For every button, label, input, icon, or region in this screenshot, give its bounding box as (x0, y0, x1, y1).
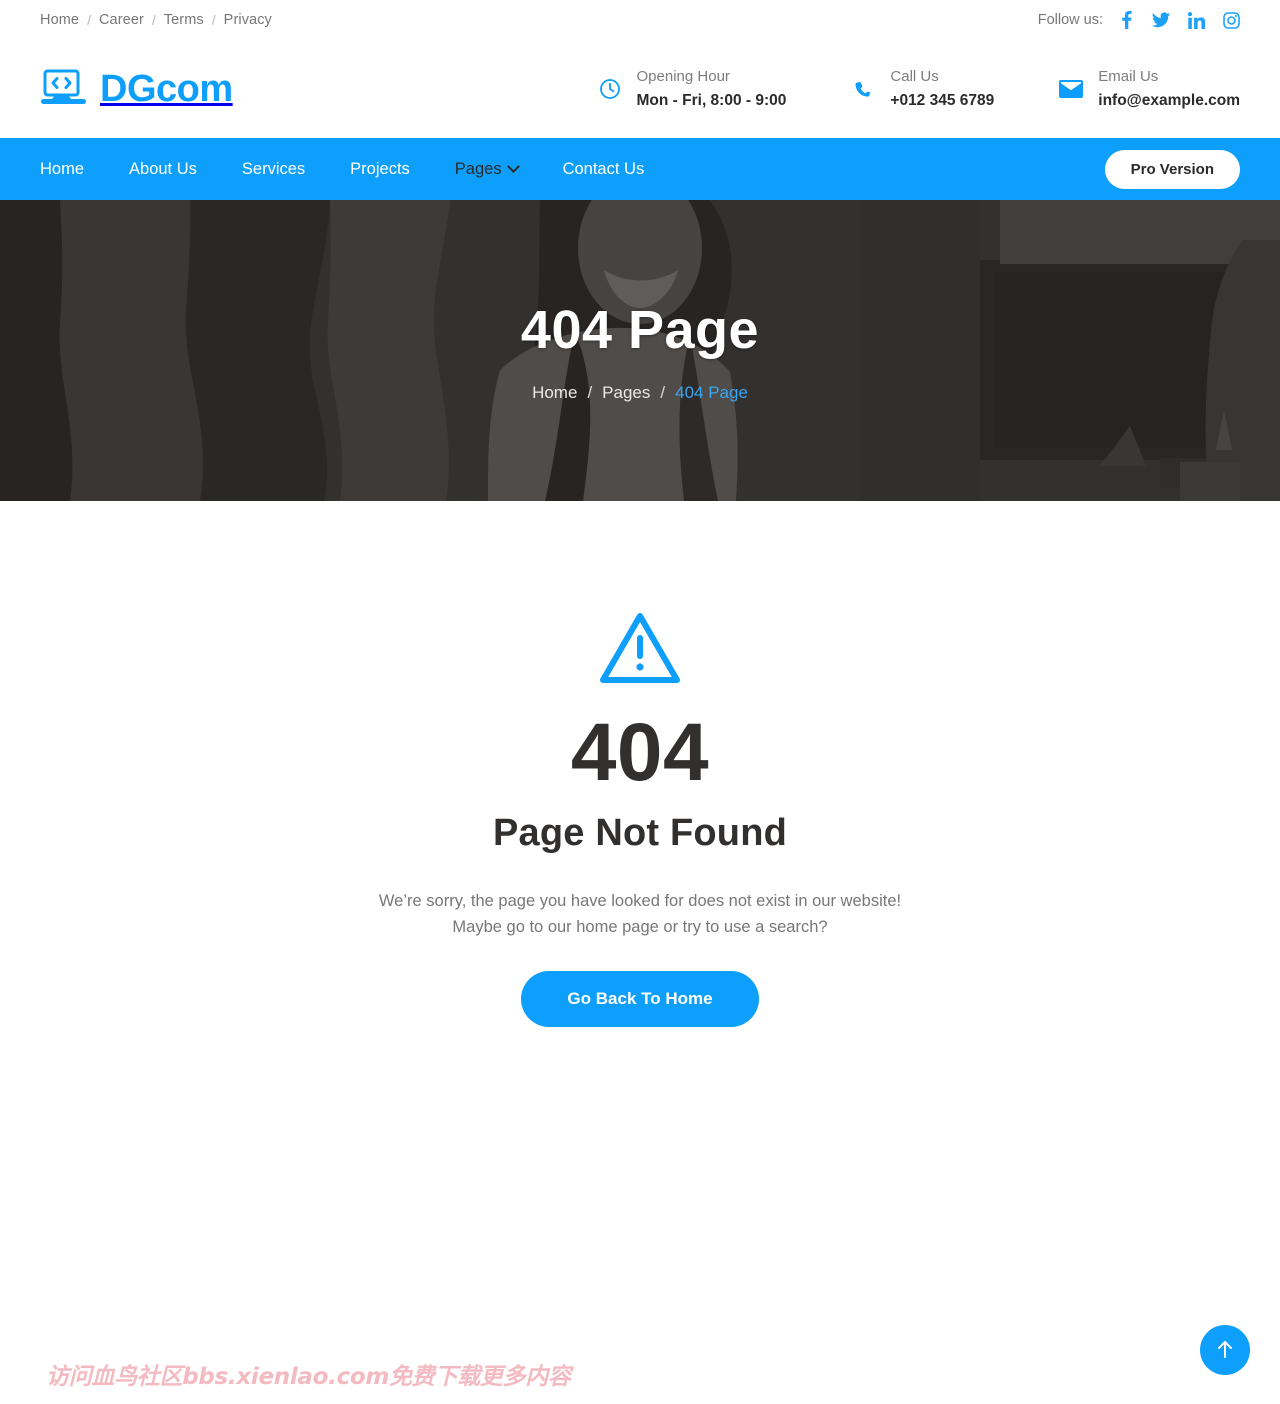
top-link-separator: / (211, 12, 216, 28)
page-hero: 404 Page Home / Pages / 404 Page (0, 200, 1280, 501)
email-us-label: Email Us (1098, 67, 1159, 85)
envelope-icon (1056, 80, 1086, 98)
error-heading: Page Not Found (492, 812, 788, 854)
warning-triangle-icon (599, 611, 681, 690)
breadcrumb-pages[interactable]: Pages (602, 383, 650, 403)
brand-name: DGcom (100, 68, 233, 110)
error-message-line-1: We’re sorry, the page you have looked fo… (378, 892, 902, 910)
back-to-top-button[interactable] (1200, 1325, 1250, 1375)
facebook-icon[interactable] (1117, 11, 1135, 29)
top-link-home[interactable]: Home (40, 12, 79, 28)
email-us-value: info@example.com (1098, 91, 1240, 109)
follow-us-group: Follow us: (1038, 11, 1240, 29)
nav-item-pages-label: Pages (454, 159, 502, 178)
top-link-separator: / (87, 12, 91, 28)
call-us-label: Call Us (890, 67, 939, 85)
breadcrumb-home[interactable]: Home (532, 383, 577, 403)
hero-breadcrumb: Home / Pages / 404 Page (521, 383, 759, 403)
page-root: Home / Career / Terms / Privacy Follow u… (0, 0, 1280, 1404)
nav-links: Home About Us Services Projects Pages Co… (40, 160, 689, 179)
error-content: 404 Page Not Found We’re sorry, the page… (0, 501, 1280, 1027)
error-message-line-2: Maybe go to our home page or try to use … (452, 918, 828, 937)
nav-item-contact-us[interactable]: Contact Us (563, 160, 645, 179)
social-links (1117, 11, 1240, 29)
nav-item-home[interactable]: Home (40, 160, 84, 179)
phone-icon (848, 79, 878, 99)
go-back-home-button[interactable]: Go Back To Home (521, 970, 759, 1027)
pro-version-button[interactable]: Pro Version (1104, 149, 1240, 189)
top-bar-links: Home / Career / Terms / Privacy (40, 12, 272, 28)
top-link-privacy[interactable]: Privacy (224, 12, 272, 28)
brand-logo[interactable]: DGcom (40, 69, 233, 109)
header-opening-hour: Opening Hour Mon - Fri, 8:00 - 9:00 (595, 66, 787, 112)
top-bar: Home / Career / Terms / Privacy Follow u… (0, 0, 1280, 40)
top-link-terms[interactable]: Terms (164, 12, 204, 28)
error-code: 404 (570, 707, 710, 798)
hero-title: 404 Page (520, 299, 760, 360)
call-us-value: +012 345 6789 (890, 91, 995, 109)
main-navigation: Home About Us Services Projects Pages Co… (0, 138, 1280, 200)
nav-item-about-us[interactable]: About Us (129, 160, 197, 179)
linkedin-icon[interactable] (1187, 11, 1205, 29)
instagram-icon[interactable] (1222, 11, 1240, 29)
opening-hour-value: Mon - Fri, 8:00 - 9:00 (636, 91, 787, 109)
top-link-separator: / (151, 12, 156, 28)
nav-item-pages[interactable]: Pages (454, 159, 520, 179)
nav-item-services[interactable]: Services (242, 160, 305, 179)
breadcrumb-separator: / (587, 382, 593, 402)
clock-icon (595, 78, 625, 100)
nav-item-projects[interactable]: Projects (350, 160, 410, 179)
site-header: DGcom Opening Hour Mon - Fri, 8:00 - 9:0… (0, 40, 1280, 138)
header-contact-group: Opening Hour Mon - Fri, 8:00 - 9:00 Call… (595, 66, 1240, 112)
breadcrumb-current: 404 Page (675, 382, 748, 402)
watermark-text: 访问血鸟社区bbs.xienlao.com免费下载更多内容 (46, 1364, 571, 1390)
opening-hour-label: Opening Hour (636, 67, 730, 85)
error-message: We’re sorry, the page you have looked fo… (379, 888, 901, 941)
laptop-code-icon (40, 69, 87, 109)
chevron-down-icon (506, 159, 520, 173)
header-call-us: Call Us +012 345 6789 (848, 66, 994, 112)
arrow-up-icon (1215, 1338, 1235, 1363)
top-link-career[interactable]: Career (99, 12, 144, 28)
twitter-icon[interactable] (1152, 11, 1170, 29)
header-email-us: Email Us info@example.com (1056, 66, 1240, 112)
follow-us-label: Follow us: (1037, 12, 1103, 28)
breadcrumb-separator: / (660, 382, 666, 402)
